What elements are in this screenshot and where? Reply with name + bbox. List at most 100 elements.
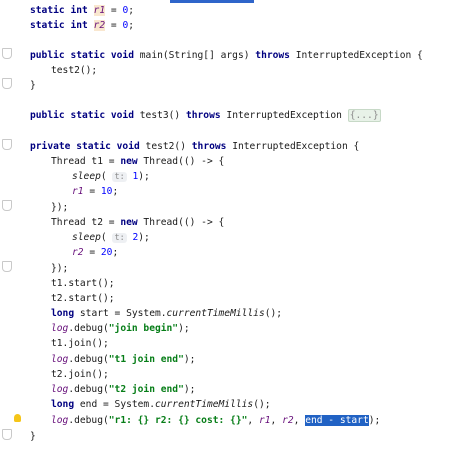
code-token: currentTimeMillis xyxy=(154,399,254,410)
code-line-content: }); xyxy=(51,200,68,215)
code-token: public xyxy=(30,50,71,61)
fold-marker-icon[interactable] xyxy=(2,78,12,89)
code-line[interactable] xyxy=(0,33,473,48)
code-token: log xyxy=(51,354,69,365)
code-token: t1.join(); xyxy=(51,338,109,349)
code-token: "t2 join end" xyxy=(108,384,184,395)
code-line[interactable]: public static void test3() throws Interr… xyxy=(0,108,473,123)
code-token: r2 xyxy=(72,247,84,258)
code-line[interactable]: Thread t2 = new Thread(() -> { xyxy=(0,215,473,230)
code-token: int xyxy=(70,5,94,16)
code-token: start = System. xyxy=(79,308,167,319)
code-token: , xyxy=(247,415,259,426)
code-line[interactable]: sleep( t: 2); xyxy=(0,230,473,245)
code-line[interactable]: test2(); xyxy=(0,63,473,78)
code-token: r1 xyxy=(93,5,106,16)
code-token: .debug( xyxy=(68,384,109,395)
code-token: r1 xyxy=(258,415,271,426)
code-token: ; xyxy=(128,5,134,16)
code-line[interactable]: r1 = 10; xyxy=(0,184,473,199)
code-token: ); xyxy=(368,415,381,426)
code-token: = xyxy=(83,247,101,258)
code-line[interactable]: log.debug("t1 join end"); xyxy=(0,352,473,367)
code-line-content: r2 = 20; xyxy=(72,245,118,260)
code-token: "t1 join end" xyxy=(108,354,184,365)
fold-marker-icon[interactable] xyxy=(2,200,12,211)
code-line-content: r1 = 10; xyxy=(72,184,118,199)
code-token: {...} xyxy=(347,109,381,122)
code-token: new xyxy=(120,156,144,167)
fold-marker-icon[interactable] xyxy=(2,139,12,150)
code-token: ); xyxy=(138,171,150,182)
code-token: 10 xyxy=(100,186,113,197)
code-line[interactable]: long end = System.currentTimeMillis(); xyxy=(0,397,473,412)
code-token: throws xyxy=(255,50,296,61)
code-token: .debug( xyxy=(68,354,109,365)
code-line-content: log.debug("r1: {} r2: {} cost: {}", r1, … xyxy=(51,413,380,428)
code-token: t: xyxy=(112,233,127,243)
code-line[interactable]: static int r2 = 0; xyxy=(0,18,473,33)
code-token: void xyxy=(110,50,140,61)
code-line-content: }); xyxy=(51,261,68,276)
code-token: main(String[] args) xyxy=(139,50,256,61)
code-line[interactable]: log.debug("join begin"); xyxy=(0,321,473,336)
code-token: 20 xyxy=(100,247,113,258)
code-line-content: private static void test2() throws Inter… xyxy=(30,139,359,154)
code-line[interactable]: t2.start(); xyxy=(0,291,473,306)
code-line[interactable]: t1.join(); xyxy=(0,336,473,351)
code-line-content: static int r2 = 0; xyxy=(30,18,134,33)
code-token: .debug( xyxy=(68,415,109,426)
code-line[interactable]: sleep( t: 1); xyxy=(0,169,473,184)
code-line[interactable]: public static void main(String[] args) t… xyxy=(0,48,473,63)
code-line[interactable]: t1.start(); xyxy=(0,276,473,291)
code-line[interactable]: log.debug("t2 join end"); xyxy=(0,382,473,397)
code-token: end - start xyxy=(305,415,369,426)
code-line-content: log.debug("join begin"); xyxy=(51,321,190,336)
code-token: static xyxy=(30,5,71,16)
code-token: t1.start(); xyxy=(51,278,115,289)
fold-marker-icon[interactable] xyxy=(2,429,12,440)
code-token: = xyxy=(105,20,123,31)
code-line-content: long end = System.currentTimeMillis(); xyxy=(51,397,271,412)
code-line[interactable] xyxy=(0,123,473,138)
lightbulb-icon[interactable] xyxy=(14,414,21,422)
code-line-content: long start = System.currentTimeMillis(); xyxy=(51,306,282,321)
code-token: } xyxy=(30,431,36,442)
code-token: int xyxy=(70,20,94,31)
code-token: static xyxy=(30,20,71,31)
fold-marker-icon[interactable] xyxy=(2,261,12,272)
code-token: Thread(() -> { xyxy=(143,217,225,228)
code-token: ); xyxy=(178,323,190,334)
code-token: void xyxy=(110,110,140,121)
code-token: static xyxy=(70,50,111,61)
code-line-content: log.debug("t1 join end"); xyxy=(51,352,195,367)
code-line[interactable]: private static void test2() throws Inter… xyxy=(0,139,473,154)
code-line[interactable]: } xyxy=(0,78,473,93)
code-token: r2 xyxy=(93,20,106,31)
code-token: }); xyxy=(51,202,69,213)
code-token: , xyxy=(293,415,306,426)
code-line-content: public static void test3() throws Interr… xyxy=(30,108,381,123)
code-line[interactable]: } xyxy=(0,429,473,444)
code-line[interactable]: }); xyxy=(0,200,473,215)
code-line-content: test2(); xyxy=(51,63,97,78)
code-token: ; xyxy=(112,186,119,197)
code-token: ); xyxy=(183,354,196,365)
code-token: sleep xyxy=(72,232,101,243)
code-token: "join begin" xyxy=(108,323,179,334)
code-line[interactable]: r2 = 20; xyxy=(0,245,473,260)
code-line[interactable]: log.debug("r1: {} r2: {} cost: {}", r1, … xyxy=(0,413,473,428)
code-token: = xyxy=(83,186,101,197)
code-line[interactable]: static int r1 = 0; xyxy=(0,3,473,18)
code-line[interactable] xyxy=(0,93,473,108)
code-token: log xyxy=(51,415,69,426)
code-token: test3() xyxy=(139,110,186,121)
code-line[interactable]: t2.join(); xyxy=(0,367,473,382)
code-token: (); xyxy=(253,399,271,410)
code-token: r1 xyxy=(72,186,84,197)
code-line[interactable]: long start = System.currentTimeMillis(); xyxy=(0,306,473,321)
code-line[interactable]: Thread t1 = new Thread(() -> { xyxy=(0,154,473,169)
code-line[interactable]: }); xyxy=(0,261,473,276)
fold-marker-icon[interactable] xyxy=(2,48,12,59)
code-token: InterruptedException xyxy=(226,110,348,121)
